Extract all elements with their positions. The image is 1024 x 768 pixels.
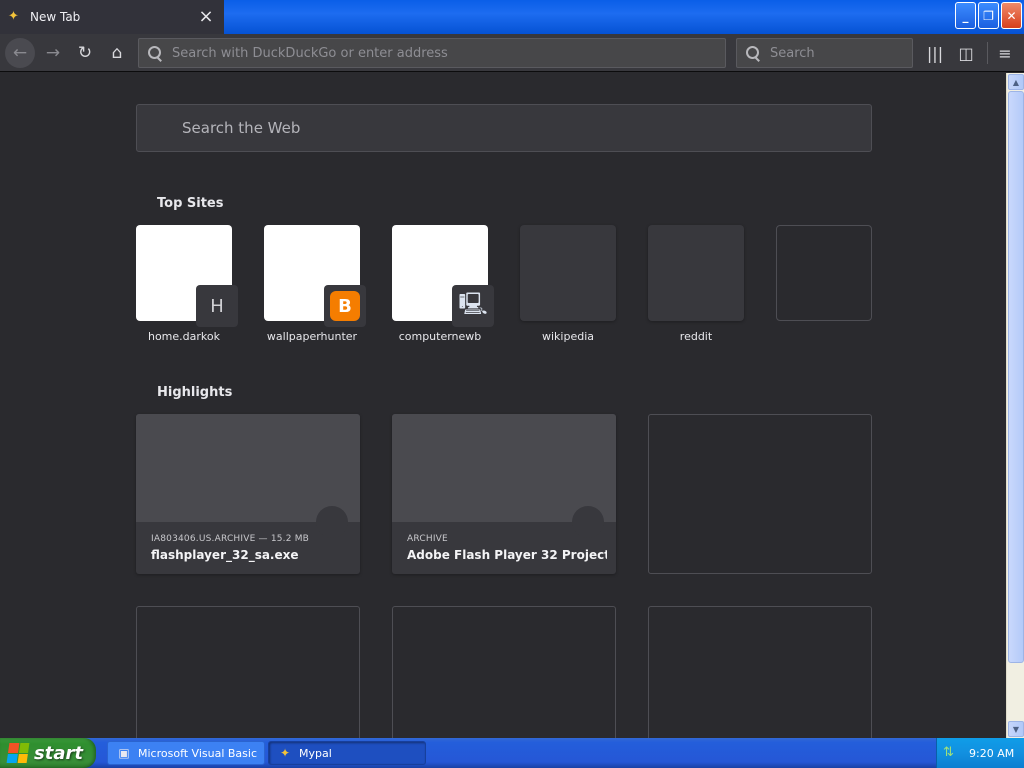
site-badge: B	[324, 285, 366, 327]
start-button[interactable]: start	[0, 738, 96, 768]
top-site-tile[interactable]	[520, 225, 616, 321]
tab-new-tab[interactable]: ✦ New Tab ×	[0, 0, 224, 34]
top-site-label[interactable]: computernewb	[392, 330, 488, 343]
url-input[interactable]	[172, 45, 693, 61]
sidebar-icon[interactable]: ◫	[951, 38, 981, 68]
highlight-card[interactable]: ARCHIVE Adobe Flash Player 32 Projector …	[392, 414, 616, 574]
close-button[interactable]: ✕	[1001, 2, 1022, 29]
empty-highlight-card	[648, 606, 872, 738]
site-initial: H	[210, 295, 224, 317]
empty-top-site-tile	[776, 225, 872, 321]
scroll-up-arrow-icon[interactable]: ▲	[1008, 74, 1024, 90]
top-site-label[interactable]: reddit	[648, 330, 744, 343]
web-search-box[interactable]	[136, 104, 872, 152]
search-icon	[147, 45, 163, 61]
nav-toolbar: ← → ↻ ⌂ ||| ◫ ≡	[0, 34, 1024, 72]
search-bar[interactable]	[736, 38, 913, 68]
web-search-input[interactable]	[182, 119, 871, 137]
task-label: Mypal	[299, 746, 332, 760]
site-badge: 🖳	[452, 285, 494, 327]
empty-highlight-card	[136, 606, 360, 738]
card-title: Adobe Flash Player 32 Projector :...	[407, 548, 607, 562]
url-bar[interactable]	[138, 38, 726, 68]
forward-button[interactable]: →	[38, 38, 68, 68]
highlight-card[interactable]: IA803406.US.ARCHIVE — 15.2 MB flashplaye…	[136, 414, 360, 574]
clock: 9:20 AM	[969, 746, 1015, 760]
tab-title: New Tab	[30, 10, 81, 24]
window-controls: _ ❐ ✕	[955, 2, 1022, 29]
network-icon[interactable]: ⇅	[943, 745, 959, 761]
taskbar-item-mypal[interactable]: ✦ Mypal	[268, 741, 426, 765]
card-favicon	[316, 506, 348, 538]
windows-logo-icon	[6, 743, 30, 763]
new-tab-page: Top Sites H home.darkok B wallpaperhunte…	[0, 73, 1006, 738]
empty-highlight-card	[392, 606, 616, 738]
top-site-tile[interactable]: B	[264, 225, 366, 327]
card-source: ARCHIVE	[407, 534, 448, 544]
taskbar-item-visual-basic[interactable]: ▣ Microsoft Visual Basic	[107, 741, 265, 765]
visual-basic-icon: ▣	[118, 746, 130, 760]
top-site-label[interactable]: wallpaperhunter	[264, 330, 360, 343]
minimize-button[interactable]: _	[955, 2, 976, 29]
blogger-icon: B	[330, 291, 360, 321]
vertical-scrollbar[interactable]: ▲ ▼	[1006, 73, 1024, 738]
highlights-title: Highlights	[157, 385, 233, 400]
restore-button[interactable]: ❐	[978, 2, 999, 29]
site-badge: H	[196, 285, 238, 327]
taskbar: start ▣ Microsoft Visual Basic ✦ Mypal ⇅…	[0, 738, 1024, 768]
empty-highlight-card	[648, 414, 872, 574]
card-title: flashplayer_32_sa.exe	[151, 548, 299, 562]
top-site-tile[interactable]: H	[136, 225, 238, 327]
scroll-thumb[interactable]	[1008, 91, 1024, 663]
reload-button[interactable]: ↻	[70, 38, 100, 68]
mypal-icon: ✦	[279, 746, 291, 760]
title-bar: ✦ New Tab × _ ❐ ✕	[0, 0, 1024, 34]
start-label: start	[34, 742, 83, 764]
top-site-tile[interactable]	[648, 225, 744, 321]
system-tray: ⇅ 9:20 AM	[936, 738, 1024, 768]
search-input[interactable]	[770, 45, 912, 61]
toolbar-separator	[987, 42, 988, 64]
mypal-icon: ✦	[8, 9, 19, 24]
top-site-label[interactable]: wikipedia	[520, 330, 616, 343]
scroll-down-arrow-icon[interactable]: ▼	[1008, 721, 1024, 737]
home-button[interactable]: ⌂	[102, 38, 132, 68]
library-icon[interactable]: |||	[920, 38, 950, 68]
top-site-tile[interactable]: 🖳	[392, 225, 494, 327]
back-button[interactable]: ←	[5, 38, 35, 68]
card-source: IA803406.US.ARCHIVE — 15.2 MB	[151, 534, 310, 544]
hamburger-menu-icon[interactable]: ≡	[990, 38, 1020, 68]
card-favicon	[572, 506, 604, 538]
tab-close-icon[interactable]: ×	[196, 8, 216, 26]
top-sites-title: Top Sites	[157, 196, 224, 211]
computer-icon: 🖳	[458, 292, 488, 317]
task-label: Microsoft Visual Basic	[138, 746, 258, 760]
top-site-label[interactable]: home.darkok	[136, 330, 232, 343]
search-icon	[745, 45, 761, 61]
